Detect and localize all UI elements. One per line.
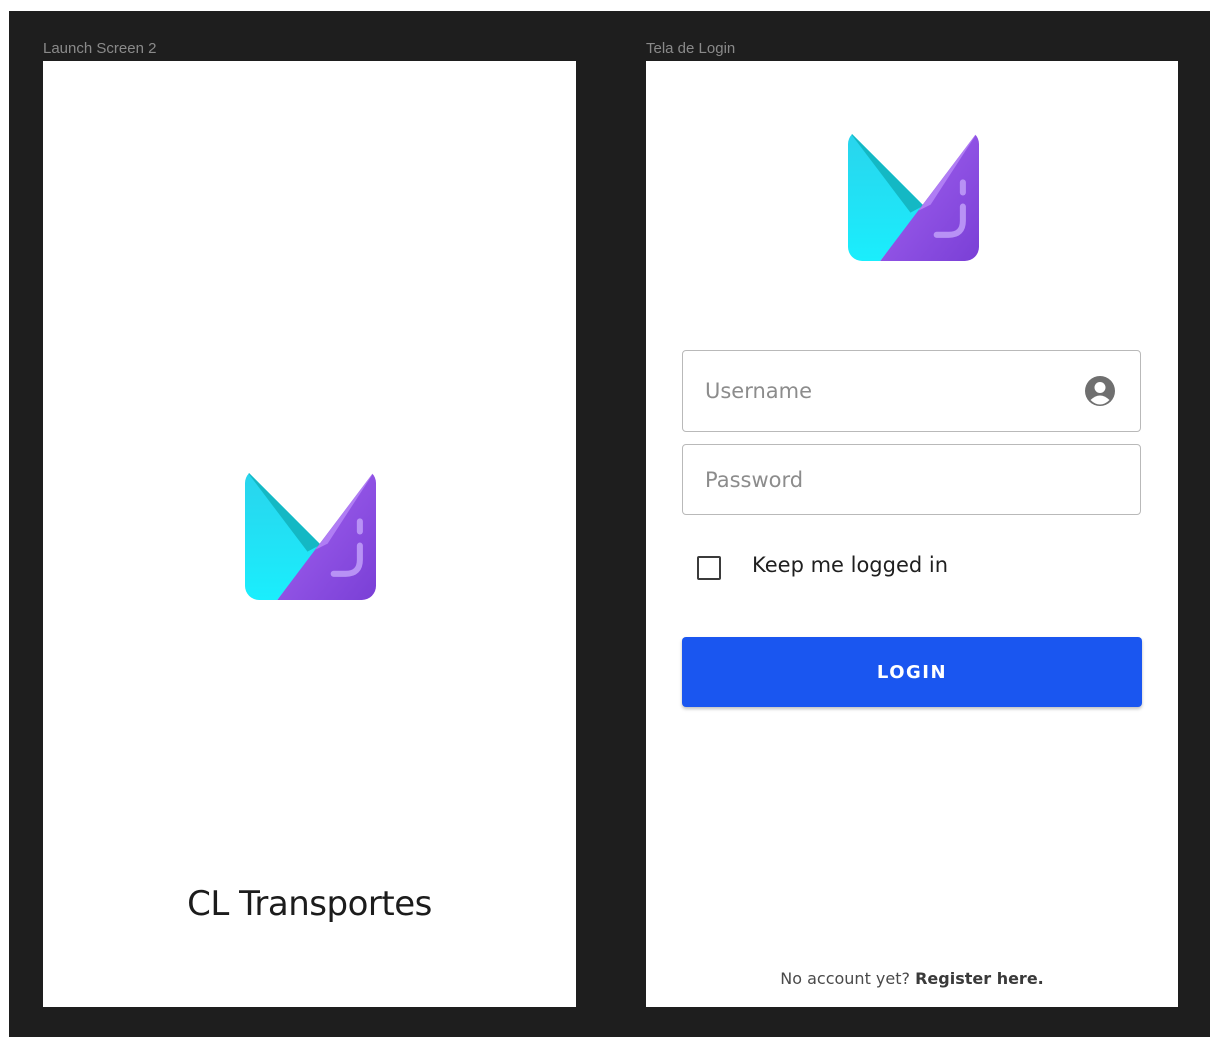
app-name: CL Transportes bbox=[187, 884, 432, 924]
frame-label-login[interactable]: Tela de Login bbox=[646, 41, 735, 56]
keep-logged-in-checkbox[interactable] bbox=[697, 556, 721, 580]
design-canvas: Launch Screen 2 CL Transportes Tela de L… bbox=[9, 11, 1210, 1037]
frame-label-launch[interactable]: Launch Screen 2 bbox=[43, 41, 156, 56]
user-circle-icon bbox=[1085, 376, 1115, 406]
login-screen-frame: Keep me logged in LOGIN No account yet? … bbox=[646, 61, 1178, 1007]
app-logo-icon bbox=[848, 130, 979, 261]
password-input[interactable] bbox=[705, 445, 1075, 514]
login-button[interactable]: LOGIN bbox=[682, 637, 1142, 707]
app-logo-icon bbox=[245, 469, 376, 600]
register-link[interactable]: Register here. bbox=[915, 969, 1044, 988]
register-prompt-text: No account yet? bbox=[780, 969, 910, 988]
username-field[interactable] bbox=[682, 350, 1141, 432]
keep-logged-in-label[interactable]: Keep me logged in bbox=[752, 553, 948, 577]
launch-screen-frame: CL Transportes bbox=[43, 61, 576, 1007]
register-prompt: No account yet? Register here. bbox=[646, 969, 1178, 988]
username-input[interactable] bbox=[705, 351, 1075, 431]
password-field[interactable] bbox=[682, 444, 1141, 515]
